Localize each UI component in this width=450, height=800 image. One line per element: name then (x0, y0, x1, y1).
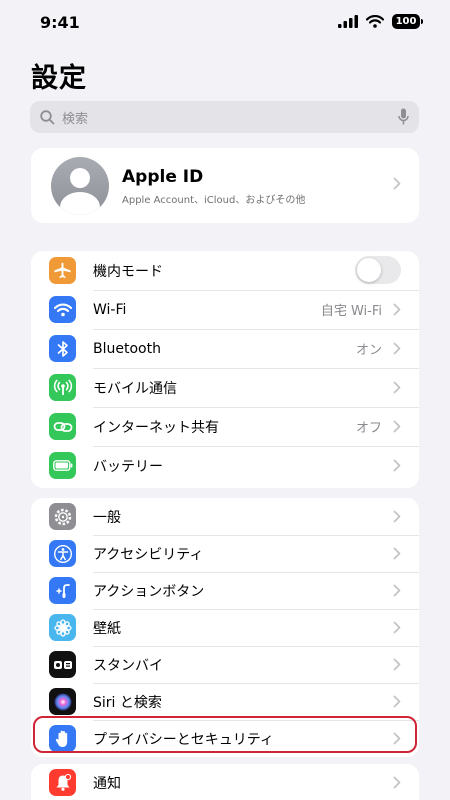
chevron-right-icon (393, 342, 401, 355)
settings-row-siri-search[interactable]: Siri と検索 (31, 683, 419, 720)
battery-indicator: 100 (392, 14, 423, 29)
settings-row-wallpaper[interactable]: 壁紙 (31, 609, 419, 646)
chevron-right-icon (393, 459, 401, 472)
search-placeholder: 検索 (62, 111, 89, 127)
cellular-signal-icon (338, 15, 358, 28)
gear-icon (49, 503, 76, 530)
battery-icon (49, 452, 76, 479)
bluetooth-label: Bluetooth (93, 340, 161, 357)
chevron-right-icon (393, 621, 401, 634)
settings-row-bluetooth[interactable]: Bluetooth オン (31, 329, 419, 368)
standby-icon (49, 651, 76, 678)
chevron-right-icon (393, 420, 401, 433)
chevron-right-icon (393, 776, 401, 789)
connectivity-group: 機内モード Wi-Fi 自宅 Wi-Fi Bluetooth オン モバイル通信… (31, 251, 419, 488)
flower-icon (49, 614, 76, 641)
wallpaper-label: 壁紙 (93, 620, 121, 637)
airplane-mode-toggle[interactable] (355, 256, 401, 284)
privacy-highlight-outline (33, 716, 417, 753)
bluetooth-value: オン (355, 343, 382, 358)
chevron-right-icon (393, 177, 401, 190)
status-icons: 100 (338, 14, 423, 29)
accessibility-label: アクセシビリティ (93, 546, 204, 563)
accessibility-icon (49, 540, 76, 567)
microphone-icon[interactable] (398, 108, 409, 126)
page-title: 設定 (31, 63, 87, 94)
airplane-icon (49, 257, 76, 284)
settings-row-battery[interactable]: バッテリー (31, 446, 419, 485)
wifi-value: 自宅 Wi-Fi (320, 304, 382, 319)
chevron-right-icon (393, 547, 401, 560)
settings-row-airplane-mode[interactable]: 機内モード (31, 251, 419, 290)
settings-row-personal-hotspot[interactable]: インターネット共有 オフ (31, 407, 419, 446)
siri-icon (49, 688, 76, 715)
search-bar[interactable]: 検索 (30, 101, 419, 133)
action-button-label: アクションボタン (93, 583, 205, 600)
apple-id-subtitle: Apple Account、iCloud、およびその他 (122, 195, 306, 206)
wifi-icon (49, 296, 76, 323)
settings-row-standby[interactable]: スタンバイ (31, 646, 419, 683)
status-time: 9:41 (40, 13, 80, 32)
cellular-label: モバイル通信 (93, 380, 177, 397)
wifi-label: Wi-Fi (93, 301, 127, 318)
link-icon (49, 413, 76, 440)
settings-row-action-button[interactable]: アクションボタン (31, 572, 419, 609)
action-button-icon (49, 577, 76, 604)
airplane-mode-label: 機内モード (93, 263, 163, 280)
personal-hotspot-value: オフ (355, 421, 382, 436)
settings-row-general[interactable]: 一般 (31, 498, 419, 535)
apple-id-name: Apple ID (122, 167, 204, 187)
general-label: 一般 (93, 509, 121, 526)
chevron-right-icon (393, 695, 401, 708)
chevron-right-icon (393, 658, 401, 671)
wifi-status-icon (366, 15, 384, 28)
notifications-group: 通知 (31, 764, 419, 800)
personal-hotspot-label: インターネット共有 (93, 419, 219, 436)
apple-id-card[interactable]: Apple ID Apple Account、iCloud、およびその他 (31, 148, 419, 223)
settings-row-accessibility[interactable]: アクセシビリティ (31, 535, 419, 572)
status-bar: 9:41 100 (0, 0, 450, 44)
avatar (51, 157, 109, 215)
search-icon (40, 109, 55, 124)
chevron-right-icon (393, 510, 401, 523)
battery-label: バッテリー (93, 458, 163, 475)
bluetooth-icon (49, 335, 76, 362)
notifications-label: 通知 (93, 775, 121, 792)
antenna-icon (49, 374, 76, 401)
battery-level: 100 (395, 16, 417, 27)
chevron-right-icon (393, 381, 401, 394)
siri-search-label: Siri と検索 (93, 694, 162, 711)
settings-row-notifications[interactable]: 通知 (31, 764, 419, 800)
standby-label: スタンバイ (93, 657, 163, 674)
bell-icon (49, 769, 76, 796)
settings-row-cellular[interactable]: モバイル通信 (31, 368, 419, 407)
chevron-right-icon (393, 584, 401, 597)
chevron-right-icon (393, 303, 401, 316)
settings-row-wifi[interactable]: Wi-Fi 自宅 Wi-Fi (31, 290, 419, 329)
